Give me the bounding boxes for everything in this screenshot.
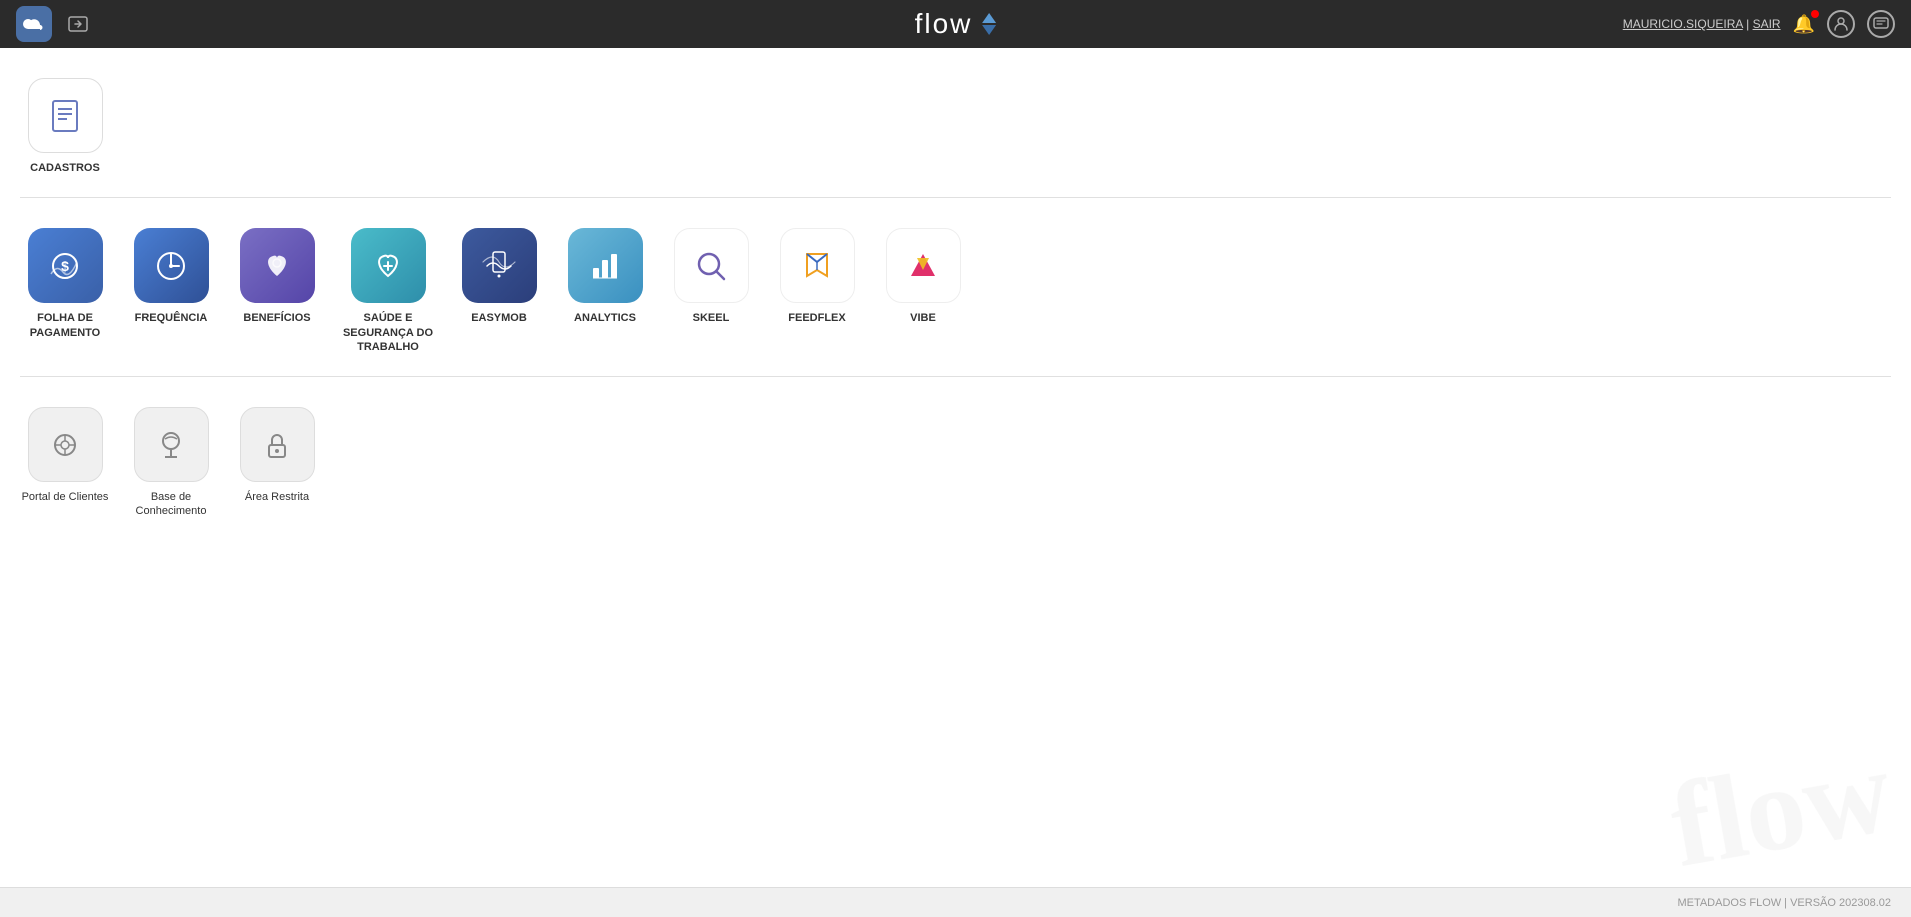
restrita-label: Área Restrita	[245, 490, 309, 504]
header-right: MAURICIO.SIQUEIRA | SAIR 🔔	[1623, 10, 1895, 38]
user-icon[interactable]	[1827, 10, 1855, 38]
cloud-icon[interactable]	[16, 6, 52, 42]
main-content: CADASTROS $ FOLHA DE PAGAMENTO	[0, 48, 1911, 887]
base-label: Base de Conhecimento	[126, 490, 216, 519]
feedflex-label: FEEDFLEX	[788, 311, 845, 325]
portal-icon	[28, 407, 103, 482]
bell-badge	[1811, 10, 1819, 18]
app-folha[interactable]: $ FOLHA DE PAGAMENTO	[20, 228, 110, 354]
saude-label: SAÚDE E SEGURANÇA DO TRABALHO	[338, 311, 438, 354]
easymob-label: EASYMOB	[471, 311, 527, 325]
header: flow MAURICIO.SIQUEIRA | SAIR 🔔	[0, 0, 1911, 48]
bell-wrapper: 🔔	[1793, 14, 1815, 35]
analytics-label: ANALYTICS	[574, 311, 636, 325]
app-easymob[interactable]: EASYMOB	[454, 228, 544, 354]
app-base[interactable]: Base de Conhecimento	[126, 407, 216, 519]
beneficios-label: BENEFÍCIOS	[243, 311, 310, 325]
others-grid: Portal de Clientes Base de Conhecimento	[20, 397, 1891, 529]
separator: |	[1746, 17, 1749, 31]
skeel-icon	[674, 228, 749, 303]
header-user-info: MAURICIO.SIQUEIRA | SAIR	[1623, 17, 1781, 31]
message-icon[interactable]	[1867, 10, 1895, 38]
app-beneficios[interactable]: BENEFÍCIOS	[232, 228, 322, 354]
logout-link[interactable]: SAIR	[1753, 17, 1781, 31]
cadastros-section: CADASTROS	[20, 68, 1891, 198]
header-logo: flow	[915, 8, 997, 40]
app-frequencia[interactable]: FREQUÊNCIA	[126, 228, 216, 354]
cadastros-label: CADASTROS	[30, 161, 100, 175]
analytics-icon	[568, 228, 643, 303]
skeel-label: SKEEL	[693, 311, 730, 325]
vibe-label: VIBE	[910, 311, 936, 325]
portal-label: Portal de Clientes	[22, 490, 109, 504]
app-vibe[interactable]: VIBE	[878, 228, 968, 354]
frequencia-icon	[134, 228, 209, 303]
folha-label: FOLHA DE PAGAMENTO	[20, 311, 110, 340]
app-cadastros[interactable]: CADASTROS	[20, 78, 110, 175]
others-section: Portal de Clientes Base de Conhecimento	[20, 397, 1891, 529]
username-link[interactable]: MAURICIO.SIQUEIRA	[1623, 17, 1743, 31]
frequencia-label: FREQUÊNCIA	[135, 311, 208, 325]
app-restrita[interactable]: Área Restrita	[232, 407, 322, 519]
app-skeel[interactable]: SKEEL	[666, 228, 756, 354]
section-divider-1	[20, 197, 1891, 198]
apps-grid: $ FOLHA DE PAGAMENTO FREQUÊNCIA	[20, 218, 1891, 364]
restrita-icon	[240, 407, 315, 482]
footer-text: METADADOS FLOW | VERSÃO 202308.02	[1677, 897, 1891, 909]
section-divider-2	[20, 376, 1891, 377]
logo-text: flow	[915, 8, 973, 40]
folha-icon: $	[28, 228, 103, 303]
vibe-icon	[886, 228, 961, 303]
app-portal[interactable]: Portal de Clientes	[20, 407, 110, 519]
saude-icon	[351, 228, 426, 303]
easymob-icon	[462, 228, 537, 303]
cadastros-grid: CADASTROS	[20, 68, 1891, 185]
feedflex-icon	[780, 228, 855, 303]
exit-nav-button[interactable]	[60, 6, 96, 42]
app-feedflex[interactable]: FEEDFLEX	[772, 228, 862, 354]
app-analytics[interactable]: ANALYTICS	[560, 228, 650, 354]
app-saude[interactable]: SAÚDE E SEGURANÇA DO TRABALHO	[338, 228, 438, 354]
footer: METADADOS FLOW | VERSÃO 202308.02	[0, 887, 1911, 917]
apps-section: $ FOLHA DE PAGAMENTO FREQUÊNCIA	[20, 218, 1891, 377]
beneficios-icon	[240, 228, 315, 303]
cadastros-icon	[28, 78, 103, 153]
base-icon	[134, 407, 209, 482]
header-left	[16, 6, 96, 42]
